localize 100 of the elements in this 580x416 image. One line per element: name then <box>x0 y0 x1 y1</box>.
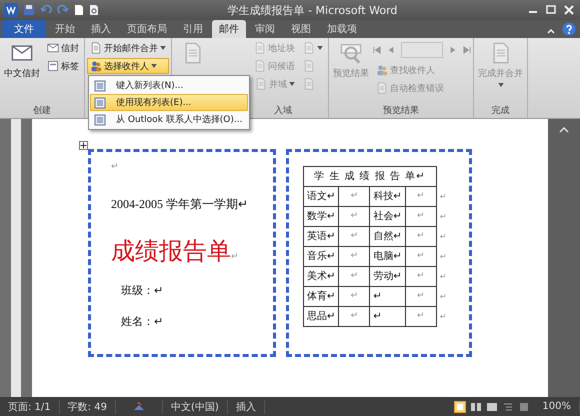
table-cell: ↵ <box>338 286 370 306</box>
ribbon-tab[interactable]: 文件 <box>2 20 46 38</box>
table-cell: ↵ <box>405 206 436 226</box>
table-cell: 语文↵ <box>304 186 339 206</box>
table-cell: 音乐↵ <box>304 246 339 266</box>
caret-icon <box>160 46 166 50</box>
group-label: 预览结果 <box>383 106 419 116</box>
table-move-handle-icon[interactable] <box>79 141 88 150</box>
list-icon <box>94 114 106 126</box>
table-cell: ↵ <box>338 186 370 206</box>
people-icon <box>376 64 388 76</box>
list-icon <box>94 96 106 108</box>
caret-icon <box>317 46 323 50</box>
ribbon-button[interactable]: 标签 <box>44 58 82 74</box>
table-cell: ↵ <box>370 306 406 326</box>
table-cell: ↵ <box>370 286 406 306</box>
help-icon[interactable] <box>562 22 576 36</box>
paragraph-mark: ↵ <box>111 162 120 172</box>
print-preview-icon[interactable] <box>89 4 99 16</box>
maximize-icon[interactable] <box>544 4 558 16</box>
language-status[interactable]: 中文(中国) <box>162 400 228 414</box>
table-cell: ↵ <box>405 186 436 206</box>
ribbon-tab[interactable]: 插入 <box>84 20 118 38</box>
outline-icon[interactable] <box>502 400 514 412</box>
menu-item[interactable]: 使用现有列表(E)... <box>90 94 248 111</box>
caret-icon <box>498 83 504 87</box>
ribbon-tab[interactable]: 审阅 <box>248 20 282 38</box>
document-icon <box>254 42 266 54</box>
row-end-mark: ↵ <box>436 186 447 206</box>
group-label: 完成 <box>492 106 510 116</box>
field-label: 班级：↵ <box>121 283 164 298</box>
new-document-icon[interactable] <box>74 4 84 16</box>
label-icon <box>47 60 59 72</box>
document-icon <box>303 78 315 90</box>
full-screen-reading-icon[interactable] <box>470 400 482 412</box>
insert-mode-status[interactable]: 插入 <box>228 400 265 414</box>
ribbon-tab[interactable]: 邮件 <box>212 20 246 38</box>
close-icon[interactable] <box>562 4 576 16</box>
ribbon-button[interactable]: 信封 <box>44 40 82 56</box>
draft-icon[interactable] <box>518 400 530 412</box>
table-cell: ↵ <box>405 246 436 266</box>
row-end-mark: ↵ <box>436 246 447 266</box>
table-cell: 科技↵ <box>370 186 406 206</box>
ribbon-tab[interactable]: 加载项 <box>320 20 364 38</box>
group-label: 创建 <box>33 106 51 116</box>
document-icon <box>254 60 266 72</box>
term-text: 2004-2005 学年第一学期↵ <box>111 196 249 213</box>
document-icon <box>255 78 267 90</box>
people-icon <box>90 60 102 72</box>
list-icon <box>94 80 106 92</box>
status-text: 页面: 1/1 <box>0 400 60 414</box>
ribbon-tab[interactable]: 引用 <box>176 20 210 38</box>
table-cell: 社会↵ <box>370 206 406 226</box>
row-end-mark: ↵ <box>436 206 447 226</box>
menu-item[interactable]: 从 Outlook 联系人中选择(O)... <box>90 111 248 128</box>
caret-icon <box>289 82 295 86</box>
table-cell: 自然↵ <box>370 226 406 246</box>
ribbon-tab[interactable]: 视图 <box>284 20 318 38</box>
document-icon <box>303 42 315 54</box>
table-cell: ↵ <box>405 286 436 306</box>
table-cell: ↵ <box>338 306 370 326</box>
zoom-level[interactable]: 100% <box>534 401 580 412</box>
field-label: 姓名：↵ <box>121 314 164 329</box>
report-title: 成绩报告单 <box>111 237 231 265</box>
table-cell: ↵ <box>405 266 436 286</box>
print-layout-icon[interactable] <box>454 400 466 412</box>
document-icon <box>303 60 315 72</box>
row-end-mark: ↵ <box>436 286 447 306</box>
table-cell: ↵ <box>405 226 436 246</box>
envelope-icon <box>47 42 59 54</box>
web-layout-icon[interactable] <box>486 400 498 412</box>
row-end-mark: ↵ <box>436 226 447 246</box>
table-cell: 劳动↵ <box>370 266 406 286</box>
table-cell: ↵ <box>338 266 370 286</box>
paragraph-mark: ↵ <box>231 252 239 262</box>
table-heading: 学 生 成 绩 报 告 单↵ <box>304 166 436 186</box>
ribbon-button[interactable]: 选择收件人 <box>87 58 169 74</box>
magnifier-icon <box>340 42 362 64</box>
ribbon-tab[interactable]: 页面布局 <box>120 20 174 38</box>
word-logo-icon <box>4 3 18 17</box>
table-cell: ↵ <box>405 306 436 326</box>
status-text: 字数: 49 <box>60 400 116 414</box>
table-cell: 数学↵ <box>304 206 339 226</box>
caret-icon <box>151 64 157 68</box>
ribbon-button[interactable]: 中文信封 <box>2 40 42 82</box>
document-icon <box>90 42 102 54</box>
ribbon-tab[interactable]: 开始 <box>48 20 82 38</box>
row-end-mark: ↵ <box>436 306 447 326</box>
table-cell: 体育↵ <box>304 286 339 306</box>
table-cell: ↵ <box>338 246 370 266</box>
table-cell: 电脑↵ <box>370 246 406 266</box>
table-cell: ↵ <box>338 206 370 226</box>
table-cell: 英语↵ <box>304 226 339 246</box>
row-end-mark: ↵ <box>436 266 447 286</box>
window-title: 学生成绩报告单 - Microsoft Word <box>226 2 398 18</box>
group-label: 入域 <box>274 106 292 116</box>
ribbon-button[interactable]: 开始邮件合并 <box>87 40 169 56</box>
document-icon <box>376 82 388 94</box>
table-cell: ↵ <box>338 226 370 246</box>
save-icon[interactable] <box>23 4 35 16</box>
